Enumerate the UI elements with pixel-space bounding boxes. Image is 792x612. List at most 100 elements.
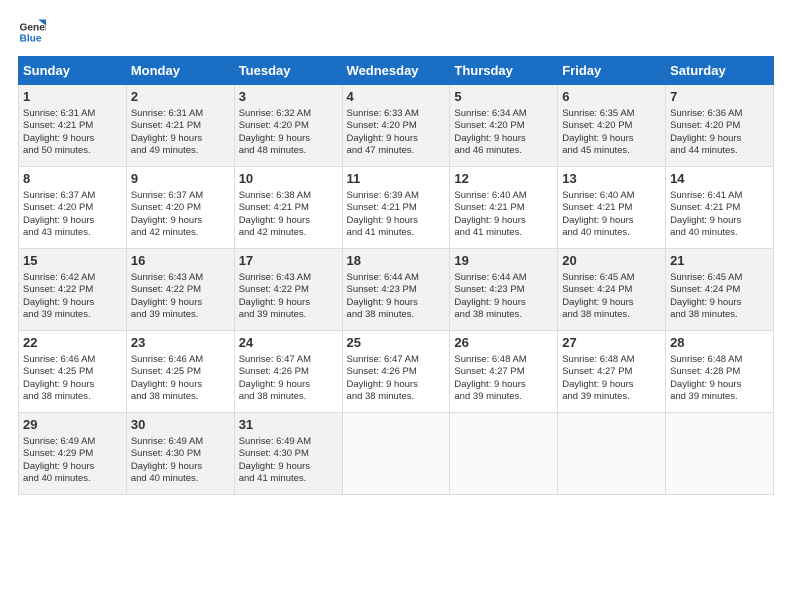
daylight-text-line1: Daylight: 9 hours <box>454 297 525 308</box>
calendar-cell: 16Sunrise: 6:43 AMSunset: 4:22 PMDayligh… <box>126 249 234 331</box>
daylight-text-line1: Daylight: 9 hours <box>562 133 633 144</box>
calendar-cell: 29Sunrise: 6:49 AMSunset: 4:29 PMDayligh… <box>19 413 127 495</box>
calendar-cell: 17Sunrise: 6:43 AMSunset: 4:22 PMDayligh… <box>234 249 342 331</box>
calendar-cell: 20Sunrise: 6:45 AMSunset: 4:24 PMDayligh… <box>558 249 666 331</box>
day-number: 26 <box>454 335 553 352</box>
sunset-text: Sunset: 4:28 PM <box>670 366 740 377</box>
daylight-text-line1: Daylight: 9 hours <box>23 133 94 144</box>
day-number: 14 <box>670 171 769 188</box>
sunset-text: Sunset: 4:21 PM <box>239 202 309 213</box>
week-row-5: 29Sunrise: 6:49 AMSunset: 4:29 PMDayligh… <box>19 413 774 495</box>
daylight-text-line1: Daylight: 9 hours <box>347 379 418 390</box>
daylight-text-line2: and 40 minutes. <box>23 473 91 484</box>
sunset-text: Sunset: 4:22 PM <box>131 284 201 295</box>
sunrise-text: Sunrise: 6:49 AM <box>23 436 95 447</box>
sunrise-text: Sunrise: 6:48 AM <box>454 354 526 365</box>
daylight-text-line2: and 39 minutes. <box>131 309 199 320</box>
day-number: 21 <box>670 253 769 270</box>
calendar-cell: 25Sunrise: 6:47 AMSunset: 4:26 PMDayligh… <box>342 331 450 413</box>
calendar-cell: 8Sunrise: 6:37 AMSunset: 4:20 PMDaylight… <box>19 167 127 249</box>
calendar-cell <box>450 413 558 495</box>
daylight-text-line1: Daylight: 9 hours <box>347 215 418 226</box>
daylight-text-line1: Daylight: 9 hours <box>670 379 741 390</box>
calendar-cell: 28Sunrise: 6:48 AMSunset: 4:28 PMDayligh… <box>666 331 774 413</box>
sunset-text: Sunset: 4:25 PM <box>131 366 201 377</box>
daylight-text-line2: and 38 minutes. <box>670 309 738 320</box>
day-number: 23 <box>131 335 230 352</box>
sunset-text: Sunset: 4:20 PM <box>670 120 740 131</box>
sunset-text: Sunset: 4:23 PM <box>347 284 417 295</box>
sunrise-text: Sunrise: 6:44 AM <box>454 272 526 283</box>
weekday-header-tuesday: Tuesday <box>234 57 342 85</box>
calendar-cell: 21Sunrise: 6:45 AMSunset: 4:24 PMDayligh… <box>666 249 774 331</box>
daylight-text-line2: and 38 minutes. <box>562 309 630 320</box>
daylight-text-line2: and 50 minutes. <box>23 145 91 156</box>
calendar-table: SundayMondayTuesdayWednesdayThursdayFrid… <box>18 56 774 495</box>
sunset-text: Sunset: 4:20 PM <box>131 202 201 213</box>
sunrise-text: Sunrise: 6:36 AM <box>670 108 742 119</box>
day-number: 24 <box>239 335 338 352</box>
sunrise-text: Sunrise: 6:37 AM <box>131 190 203 201</box>
day-number: 17 <box>239 253 338 270</box>
daylight-text-line1: Daylight: 9 hours <box>670 133 741 144</box>
sunset-text: Sunset: 4:27 PM <box>454 366 524 377</box>
sunset-text: Sunset: 4:21 PM <box>131 120 201 131</box>
sunset-text: Sunset: 4:30 PM <box>239 448 309 459</box>
daylight-text-line2: and 41 minutes. <box>454 227 522 238</box>
calendar-cell: 13Sunrise: 6:40 AMSunset: 4:21 PMDayligh… <box>558 167 666 249</box>
week-row-3: 15Sunrise: 6:42 AMSunset: 4:22 PMDayligh… <box>19 249 774 331</box>
daylight-text-line2: and 38 minutes. <box>454 309 522 320</box>
calendar-header: SundayMondayTuesdayWednesdayThursdayFrid… <box>19 57 774 85</box>
daylight-text-line2: and 45 minutes. <box>562 145 630 156</box>
day-number: 22 <box>23 335 122 352</box>
daylight-text-line2: and 43 minutes. <box>23 227 91 238</box>
calendar-cell: 22Sunrise: 6:46 AMSunset: 4:25 PMDayligh… <box>19 331 127 413</box>
daylight-text-line1: Daylight: 9 hours <box>131 461 202 472</box>
weekday-header-sunday: Sunday <box>19 57 127 85</box>
daylight-text-line1: Daylight: 9 hours <box>131 379 202 390</box>
sunset-text: Sunset: 4:26 PM <box>347 366 417 377</box>
sunrise-text: Sunrise: 6:40 AM <box>454 190 526 201</box>
day-number: 27 <box>562 335 661 352</box>
daylight-text-line1: Daylight: 9 hours <box>239 461 310 472</box>
sunset-text: Sunset: 4:20 PM <box>23 202 93 213</box>
sunrise-text: Sunrise: 6:45 AM <box>562 272 634 283</box>
sunrise-text: Sunrise: 6:31 AM <box>131 108 203 119</box>
calendar-cell: 14Sunrise: 6:41 AMSunset: 4:21 PMDayligh… <box>666 167 774 249</box>
daylight-text-line2: and 44 minutes. <box>670 145 738 156</box>
calendar-cell: 24Sunrise: 6:47 AMSunset: 4:26 PMDayligh… <box>234 331 342 413</box>
calendar-cell: 2Sunrise: 6:31 AMSunset: 4:21 PMDaylight… <box>126 85 234 167</box>
daylight-text-line2: and 42 minutes. <box>131 227 199 238</box>
calendar-cell: 15Sunrise: 6:42 AMSunset: 4:22 PMDayligh… <box>19 249 127 331</box>
calendar-cell: 27Sunrise: 6:48 AMSunset: 4:27 PMDayligh… <box>558 331 666 413</box>
sunrise-text: Sunrise: 6:43 AM <box>131 272 203 283</box>
sunset-text: Sunset: 4:24 PM <box>562 284 632 295</box>
sunrise-text: Sunrise: 6:37 AM <box>23 190 95 201</box>
calendar-cell <box>666 413 774 495</box>
sunset-text: Sunset: 4:27 PM <box>562 366 632 377</box>
week-row-1: 1Sunrise: 6:31 AMSunset: 4:21 PMDaylight… <box>19 85 774 167</box>
day-number: 16 <box>131 253 230 270</box>
svg-text:General: General <box>20 22 46 33</box>
header: General Blue <box>18 18 774 46</box>
daylight-text-line1: Daylight: 9 hours <box>131 215 202 226</box>
daylight-text-line2: and 40 minutes. <box>670 227 738 238</box>
daylight-text-line1: Daylight: 9 hours <box>239 379 310 390</box>
calendar-cell: 31Sunrise: 6:49 AMSunset: 4:30 PMDayligh… <box>234 413 342 495</box>
daylight-text-line1: Daylight: 9 hours <box>23 461 94 472</box>
sunrise-text: Sunrise: 6:34 AM <box>454 108 526 119</box>
day-number: 10 <box>239 171 338 188</box>
daylight-text-line1: Daylight: 9 hours <box>454 379 525 390</box>
sunrise-text: Sunrise: 6:47 AM <box>239 354 311 365</box>
sunrise-text: Sunrise: 6:35 AM <box>562 108 634 119</box>
daylight-text-line2: and 42 minutes. <box>239 227 307 238</box>
calendar-cell: 11Sunrise: 6:39 AMSunset: 4:21 PMDayligh… <box>342 167 450 249</box>
week-row-2: 8Sunrise: 6:37 AMSunset: 4:20 PMDaylight… <box>19 167 774 249</box>
calendar-cell: 12Sunrise: 6:40 AMSunset: 4:21 PMDayligh… <box>450 167 558 249</box>
calendar-cell: 10Sunrise: 6:38 AMSunset: 4:21 PMDayligh… <box>234 167 342 249</box>
calendar-cell: 30Sunrise: 6:49 AMSunset: 4:30 PMDayligh… <box>126 413 234 495</box>
daylight-text-line2: and 38 minutes. <box>347 391 415 402</box>
day-number: 13 <box>562 171 661 188</box>
calendar-cell: 9Sunrise: 6:37 AMSunset: 4:20 PMDaylight… <box>126 167 234 249</box>
calendar-cell <box>342 413 450 495</box>
